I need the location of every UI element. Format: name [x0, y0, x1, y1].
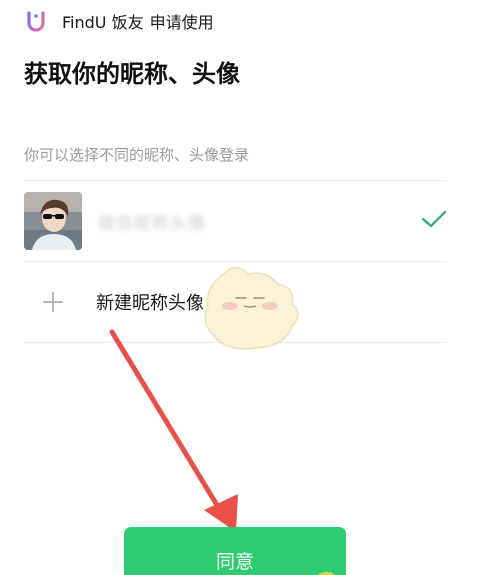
subtitle: 你可以选择不同的昵称、头像登录 [24, 146, 250, 164]
mascot-sticker-icon [204, 266, 299, 350]
request-label: 申请使用 [149, 13, 214, 32]
findu-logo-icon [27, 11, 45, 32]
new-profile-label: 新建昵称头像 [96, 293, 204, 314]
divider [24, 180, 447, 181]
checkmark-icon [421, 210, 447, 228]
plus-icon [24, 273, 82, 331]
app-name: FindU 饭友 [62, 13, 144, 32]
app-header: FindU 饭友 申请使用 [26, 8, 214, 34]
current-profile-option[interactable]: 微信昵称头像 [24, 182, 447, 260]
corner-sticker-icon [317, 571, 335, 575]
page-title: 获取你的昵称、头像 [24, 60, 240, 88]
profile-name: 微信昵称头像 [98, 213, 206, 234]
avatar [24, 192, 82, 250]
